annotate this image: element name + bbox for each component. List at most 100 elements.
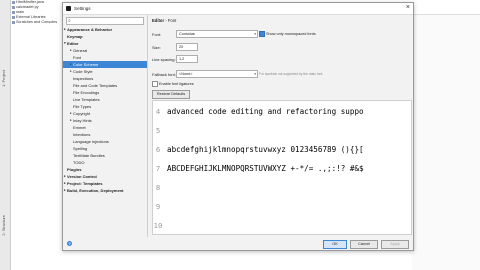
ligatures-label: Enable font ligatures bbox=[159, 82, 194, 86]
settings-tree-label: TextMate Bundles bbox=[73, 153, 105, 158]
fallback-label: Fallback font: bbox=[152, 72, 176, 77]
settings-tree-label: File Types bbox=[73, 104, 92, 109]
mono-only-label: Show only monospaced fonts bbox=[266, 32, 316, 36]
project-tool-tab[interactable]: 1: Project bbox=[1, 70, 9, 87]
cancel-button[interactable]: Cancel bbox=[350, 240, 378, 249]
settings-tree-item[interactable]: File Encodings bbox=[63, 89, 147, 96]
line-number: 4 bbox=[155, 107, 161, 116]
settings-tree-item[interactable]: ▸ Color Scheme bbox=[63, 61, 147, 68]
line-number: 7 bbox=[155, 164, 161, 173]
settings-tree-item[interactable]: Spelling bbox=[63, 145, 147, 152]
settings-tree-label: Font bbox=[73, 55, 82, 60]
settings-tree-item[interactable]: ▸ Project: Templates bbox=[63, 180, 147, 187]
library-icon bbox=[12, 16, 15, 19]
chevron-down-icon: ▾ bbox=[254, 72, 256, 76]
mono-only-checkbox[interactable] bbox=[259, 31, 265, 37]
line-number: 8 bbox=[155, 183, 161, 192]
settings-tree-label: Copyright bbox=[73, 111, 91, 116]
settings-tree-item[interactable]: TextMate Bundles bbox=[63, 152, 147, 159]
dialog-titlebar: Settings × bbox=[63, 3, 413, 15]
settings-sidebar: ⌕ ▸ Appearance & Behavior Keymap ▾ Editor ▸ Ge… bbox=[63, 15, 148, 237]
font-select[interactable]: Consolas ▾ bbox=[176, 30, 258, 38]
settings-tree-item[interactable]: Plugins bbox=[63, 166, 147, 173]
settings-tree-label: File and Code Templates bbox=[73, 83, 118, 88]
settings-tree-label: Code Style bbox=[73, 69, 93, 74]
settings-tree-item[interactable]: Intentions bbox=[63, 131, 147, 138]
line-spacing-label: Line spacing: bbox=[152, 57, 176, 62]
settings-tree-item[interactable]: Live Templates bbox=[63, 96, 147, 103]
settings-content: Editor › Font Font: Consolas ▾ Show only… bbox=[148, 15, 413, 237]
line-number: 10 bbox=[153, 221, 163, 230]
fallback-select[interactable]: <None> ▾ bbox=[176, 70, 258, 78]
chevron-right-icon[interactable]: ▸ bbox=[64, 187, 66, 194]
settings-tree-label: Inlay Hints bbox=[73, 118, 92, 123]
chevron-right-icon[interactable]: ▸ bbox=[70, 61, 72, 68]
ide-tool-strip: 1: Project 2: Structure bbox=[0, 0, 11, 270]
font-row: Font: Consolas ▾ Show only monospaced fo… bbox=[152, 30, 402, 38]
settings-tree-label: File Encodings bbox=[73, 90, 100, 95]
ligatures-checkbox[interactable] bbox=[152, 81, 158, 87]
line-number: 5 bbox=[155, 126, 161, 135]
preview-line-text: advanced code editing and refactoring su… bbox=[167, 107, 364, 116]
settings-tree-item[interactable]: ▸ Appearance & Behavior bbox=[63, 26, 147, 33]
line-spacing-input[interactable]: 1.2 bbox=[176, 55, 198, 63]
settings-tree-item[interactable]: Language Injections bbox=[63, 138, 147, 145]
settings-tree-label: Spelling bbox=[73, 146, 88, 151]
fallback-row: Fallback font: <None> ▾ For symbols not … bbox=[152, 70, 402, 78]
apply-button[interactable]: Apply bbox=[381, 240, 409, 249]
preview-line-text: ABCDEFGHIJKLMNOPQRSTUVWXYZ +-*/= .,;:!? … bbox=[167, 164, 364, 173]
settings-tree-label: Intentions bbox=[73, 132, 91, 137]
breadcrumb-section: Editor bbox=[152, 18, 165, 23]
settings-tree-item[interactable]: ▾ Editor bbox=[63, 40, 147, 47]
app-icon bbox=[66, 6, 71, 11]
settings-tree-item[interactable]: ▸ General bbox=[63, 47, 147, 54]
chevron-right-icon[interactable]: ▸ bbox=[64, 180, 66, 187]
settings-tree-label: Inspections bbox=[73, 76, 94, 81]
search-icon: ⌕ bbox=[68, 18, 71, 24]
settings-tree-item[interactable]: Emmet bbox=[63, 124, 147, 131]
chevron-right-icon[interactable]: ▸ bbox=[70, 117, 72, 124]
settings-tree-item[interactable]: ▸ Code Style bbox=[63, 68, 147, 75]
settings-tree-label: TODO bbox=[73, 160, 85, 165]
settings-search-input[interactable]: ⌕ bbox=[66, 17, 144, 25]
settings-tree-item[interactable]: ▸ Version Control bbox=[63, 173, 147, 180]
line-number: 9 bbox=[155, 202, 161, 211]
settings-tree-label: Editor bbox=[67, 41, 79, 46]
settings-tree-item[interactable]: File Types bbox=[63, 103, 147, 110]
size-input[interactable]: 20 bbox=[176, 43, 198, 51]
settings-tree-item[interactable]: TODO bbox=[63, 159, 147, 166]
scratch-icon bbox=[12, 21, 15, 24]
settings-tree-label: Build, Execution, Deployment bbox=[67, 188, 124, 193]
ok-button[interactable]: OK bbox=[323, 240, 347, 249]
line-number: 6 bbox=[155, 145, 161, 154]
settings-tree-item[interactable]: Font bbox=[63, 54, 147, 61]
settings-tree-item[interactable]: ▸ Inlay Hints bbox=[63, 117, 147, 124]
file-icon bbox=[12, 6, 15, 9]
fallback-hint: For symbols not supported by the main fo… bbox=[259, 72, 323, 76]
settings-tree-label: Version Control bbox=[67, 174, 97, 179]
dialog-footer: ? OK Cancel Apply bbox=[63, 238, 413, 250]
ide-divider bbox=[412, 14, 480, 15]
settings-tree-item[interactable]: ▸ Build, Execution, Deployment bbox=[63, 187, 147, 194]
ide-editor-area bbox=[412, 14, 480, 270]
chevron-right-icon[interactable]: ▸ bbox=[70, 68, 72, 75]
chevron-right-icon[interactable]: ▸ bbox=[64, 26, 66, 33]
settings-tree-item[interactable]: ▸ Copyright bbox=[63, 110, 147, 117]
chevron-right-icon[interactable]: ▸ bbox=[64, 173, 66, 180]
settings-tree-label: Project: Templates bbox=[67, 181, 103, 186]
size-row: Size: 20 bbox=[152, 43, 272, 51]
settings-tree-label: Keymap bbox=[67, 34, 83, 39]
settings-tree-item[interactable]: File and Code Templates bbox=[63, 82, 147, 89]
chevron-down-icon[interactable]: ▾ bbox=[64, 40, 66, 47]
chevron-right-icon[interactable]: ▸ bbox=[70, 110, 72, 117]
font-preview-editor[interactable]: 4 advanced code editing and refactoring s… bbox=[152, 100, 412, 235]
close-icon[interactable]: × bbox=[406, 4, 410, 12]
settings-tree-item[interactable]: Inspections bbox=[63, 75, 147, 82]
settings-tree-item[interactable]: Keymap bbox=[63, 33, 147, 40]
help-icon[interactable]: ? bbox=[67, 241, 72, 246]
settings-tree-label: Language Injections bbox=[73, 139, 109, 144]
restore-defaults-button[interactable]: Restore Defaults bbox=[152, 90, 190, 99]
chevron-right-icon[interactable]: ▸ bbox=[70, 47, 72, 54]
structure-tool-tab[interactable]: 2: Structure bbox=[1, 215, 9, 236]
preview-line-text: abcdefghijklmnopqrstuvwxyz 0123456789 ()… bbox=[167, 145, 364, 154]
